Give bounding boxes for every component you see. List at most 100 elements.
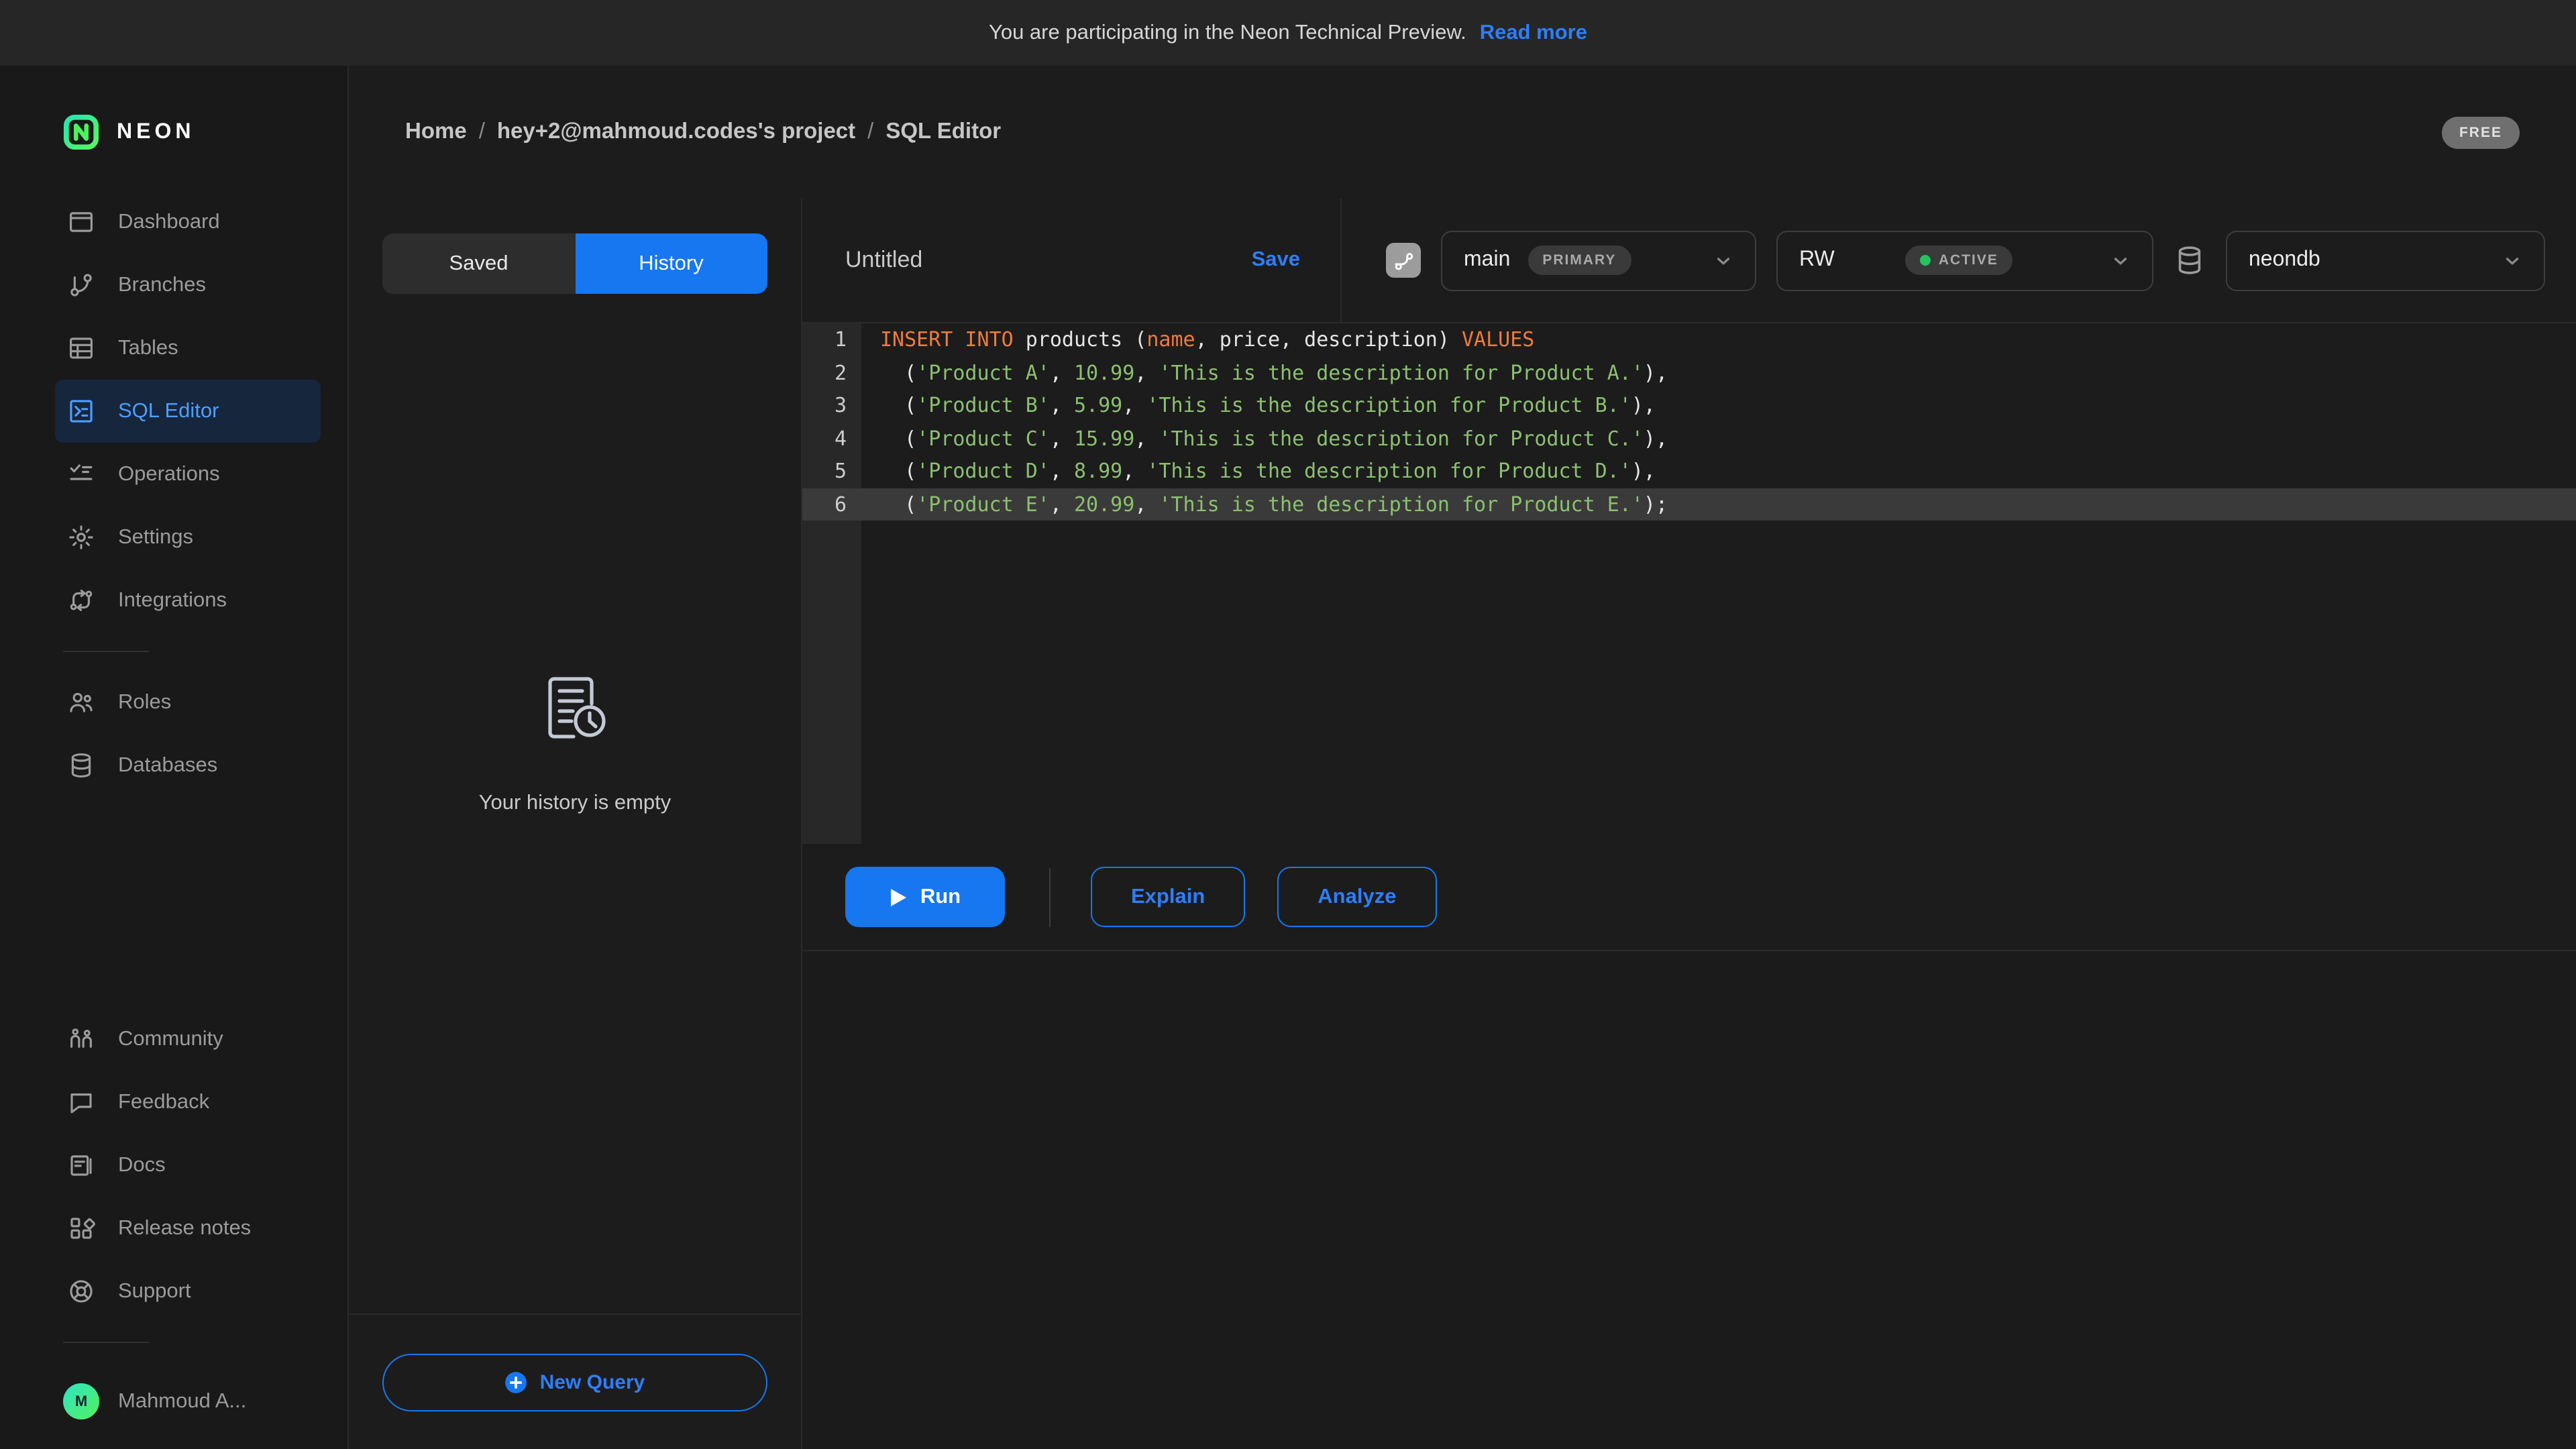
operations-icon [67,460,95,488]
line-number: 1 [802,323,861,356]
analyze-button[interactable]: Analyze [1277,867,1436,927]
active-badge-label: ACTIVE [1939,252,1998,268]
sidebar-item-label: Roles [118,690,171,714]
sidebar-item-settings[interactable]: Settings [55,506,321,569]
breadcrumb-segment[interactable]: hey+2@mahmoud.codes's project [497,119,855,145]
database-icon [67,751,95,780]
code-line-4[interactable]: 4 ('Product C', 15.99, 'This is the desc… [802,422,2576,455]
gear-icon [67,523,95,551]
code-line-5[interactable]: 5 ('Product D', 8.99, 'This is the descr… [802,455,2576,488]
history-panel: SavedHistory Your history is empty [349,199,802,1449]
sidebar-item-dashboard[interactable]: Dashboard [55,191,321,254]
support-icon [67,1277,95,1305]
neon-logo-icon [63,114,99,150]
sidebar-item-label: Support [118,1279,191,1303]
code-line-1[interactable]: 1INSERT INTO products (name, price, desc… [802,323,2576,356]
sidebar-item-support[interactable]: Support [55,1260,321,1323]
sidebar-item-label: Feedback [118,1090,209,1114]
code-editor[interactable]: 1INSERT INTO products (name, price, desc… [802,323,2576,844]
sidebar-item-label: Operations [118,462,220,486]
sidebar-item-sql-editor[interactable]: SQL Editor [55,380,321,443]
breadcrumb-separator: / [479,119,485,145]
empty-history-icon [537,671,612,746]
sidebar-item-release-notes[interactable]: Release notes [55,1197,321,1260]
release-notes-icon [67,1214,95,1242]
database-select[interactable]: neondb [2226,230,2545,290]
user-menu[interactable]: M Mahmoud A... [63,1383,347,1419]
code-line-6[interactable]: 6 ('Product E', 20.99, 'This is the desc… [802,488,2576,521]
sidebar-item-feedback[interactable]: Feedback [55,1071,321,1134]
sql-editor-panel: Untitled Save [802,199,2576,1449]
editor-toolbar: Untitled Save [802,199,2576,323]
sidebar-item-label: Community [118,1027,223,1051]
run-button[interactable]: Run [845,867,1005,927]
code-text: INSERT INTO products (name, price, descr… [861,323,1534,356]
sidebar-divider [63,651,149,652]
history-empty-state: Your history is empty [349,294,801,1313]
neon-console-screen: You are participating in the Neon Techni… [0,0,2576,1449]
read-more-link[interactable]: Read more [1480,21,1587,45]
line-number: 5 [802,455,861,488]
sidebar-item-operations[interactable]: Operations [55,443,321,506]
sidebar-item-databases[interactable]: Databases [55,734,321,797]
active-badge: ACTIVE [1905,246,2013,275]
code-text: ('Product D', 8.99, 'This is the descrip… [861,455,1656,488]
sidebar-item-label: Dashboard [118,210,220,234]
play-icon [890,888,907,906]
sidebar-nav: Dashboard Branches Tables SQL Editor Operati… [0,191,347,797]
docs-icon [67,1151,95,1179]
tables-icon [67,334,95,362]
new-query-label: New Query [540,1371,645,1393]
code-text: ('Product C', 15.99, 'This is the descri… [861,422,1668,455]
integrations-icon [67,586,95,614]
branch-name: main [1464,248,1510,272]
primary-badge: PRIMARY [1527,246,1631,275]
sidebar-item-community[interactable]: Community [55,1008,321,1071]
sidebar-item-branches[interactable]: Branches [55,254,321,317]
compute-name: RW [1799,248,1835,272]
new-query-button[interactable]: New Query [382,1353,767,1411]
sidebar-secondary-nav: Community Feedback Docs Release notes Suppor… [0,1008,347,1323]
code-text: ('Product A', 10.99, 'This is the descri… [861,356,1668,389]
breadcrumb-segment[interactable]: Home [405,119,467,145]
neon-logo[interactable]: NEON [63,114,347,150]
compute-select[interactable]: RW ACTIVE [1776,230,2153,290]
line-number: 3 [802,389,861,422]
sidebar-item-tables[interactable]: Tables [55,317,321,380]
sidebar-item-label: Docs [118,1153,166,1177]
saved-history-toggle: SavedHistory [382,233,767,294]
avatar: M [63,1383,99,1419]
sidebar-item-label: Branches [118,273,206,297]
chevron-down-icon [1713,250,1733,270]
banner-text: You are participating in the Neon Techni… [989,21,1466,45]
explain-button[interactable]: Explain [1091,867,1245,927]
page-header: Home/hey+2@mahmoud.codes's project/SQL E… [349,66,2576,199]
community-icon [67,1025,95,1053]
sidebar-item-integrations[interactable]: Integrations [55,569,321,632]
sidebar-item-roles[interactable]: Roles [55,671,321,734]
sidebar-item-label: Tables [118,336,178,360]
sidebar-item-label: Integrations [118,588,227,612]
dashboard-icon [67,208,95,236]
database-name: neondb [2249,248,2320,272]
branch-compute-button[interactable] [1386,243,1421,278]
code-line-2[interactable]: 2 ('Product A', 10.99, 'This is the desc… [802,356,2576,389]
breadcrumb-separator: / [867,119,873,145]
actions-divider [1049,867,1051,926]
query-title[interactable]: Untitled [845,247,922,274]
sql-editor-icon [67,397,95,425]
editor-actions: Run Explain Analyze [802,844,2576,951]
code-line-3[interactable]: 3 ('Product B', 5.99, 'This is the descr… [802,389,2576,422]
line-number: 6 [802,488,861,521]
users-icon [67,688,95,716]
code-text: ('Product B', 5.99, 'This is the descrip… [861,389,1656,422]
line-number: 4 [802,422,861,455]
branch-select[interactable]: main PRIMARY [1441,230,1756,290]
save-button[interactable]: Save [1252,248,1300,272]
history-footer: New Query [349,1313,801,1449]
code-text: ('Product E', 20.99, 'This is the descri… [861,488,1668,521]
tab-history[interactable]: History [575,233,767,294]
sidebar-item-label: Settings [118,525,193,549]
sidebar-item-docs[interactable]: Docs [55,1134,321,1197]
tab-saved[interactable]: Saved [382,233,575,294]
